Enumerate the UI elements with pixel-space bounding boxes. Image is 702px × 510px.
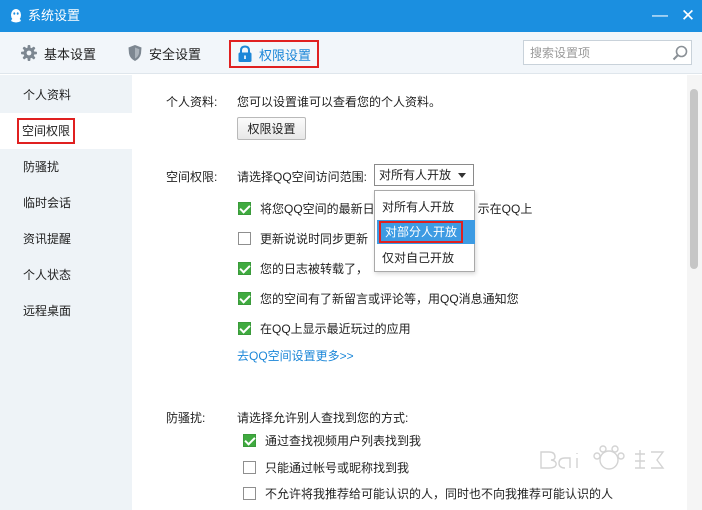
checkbox[interactable] xyxy=(238,202,251,215)
sidebar-item-label: 临时会话 xyxy=(23,196,72,210)
sidebar-item-space-permission[interactable]: 空间权限 xyxy=(0,113,132,149)
space-access-prompt: 请选择QQ空间访问范围: xyxy=(237,170,368,184)
checkbox[interactable] xyxy=(238,292,251,305)
option-label: 对部分人开放 xyxy=(379,221,464,243)
harass-section-label: 防骚扰: xyxy=(166,411,206,425)
close-button[interactable]: ✕ xyxy=(678,6,698,26)
option-label: 仅对自己开放 xyxy=(382,251,455,265)
checkbox-label: 在QQ上显示最近玩过的应用 xyxy=(260,322,411,336)
harass-check-account-only[interactable]: 只能通过帐号或昵称找到我 xyxy=(243,459,409,476)
harass-check-video-list[interactable]: 通过查找视频用户列表找到我 xyxy=(243,432,421,449)
checkbox-label: 您的空间有了新留言或评论等，用QQ消息通知您 xyxy=(260,292,519,306)
checkbox[interactable] xyxy=(238,322,251,335)
checkbox-label-tail: 示在QQ上 xyxy=(477,202,533,216)
checkbox-label: 将您QQ空间的最新日 xyxy=(260,202,375,216)
dropdown-option-only-me[interactable]: 仅对自己开放 xyxy=(375,246,474,270)
sidebar-item-personal-status[interactable]: 个人状态 xyxy=(0,257,132,293)
space-check-new-comments[interactable]: 您的空间有了新留言或评论等，用QQ消息通知您 xyxy=(238,290,519,307)
profile-section-label: 个人资料: xyxy=(166,95,218,109)
tab-permission-settings[interactable]: 权限设置 xyxy=(229,40,320,68)
sidebar-item-label: 资讯提醒 xyxy=(23,232,72,246)
checkbox[interactable] xyxy=(238,232,251,245)
space-access-dropdown: 对所有人开放 对部分人开放 仅对自己开放 xyxy=(374,190,475,272)
selected-value: 对所有人开放 xyxy=(379,168,452,182)
sidebar-item-anti-harassment[interactable]: 防骚扰 xyxy=(0,149,132,185)
gear-icon xyxy=(21,45,37,61)
tab-label: 权限设置 xyxy=(259,47,312,63)
space-access-select[interactable]: 对所有人开放 xyxy=(374,164,474,186)
search-box[interactable] xyxy=(523,40,692,65)
vertical-scrollbar[interactable] xyxy=(687,75,702,510)
space-check-blog-reposted[interactable]: 您的日志被转载了， xyxy=(238,260,368,277)
checkbox[interactable] xyxy=(243,487,256,500)
baidu-jingyan-watermark xyxy=(540,445,665,470)
tab-basic-settings[interactable]: 基本设置 xyxy=(20,41,96,65)
window-title: 系统设置 xyxy=(28,8,81,23)
title-bar: 系统设置 — ✕ xyxy=(0,0,702,32)
sidebar-item-label: 防骚扰 xyxy=(23,160,60,174)
checkbox[interactable] xyxy=(243,434,256,447)
sidebar-item-label: 远程桌面 xyxy=(23,304,72,318)
tab-security-settings[interactable]: 安全设置 xyxy=(127,41,201,65)
tab-label: 安全设置 xyxy=(149,46,202,62)
profile-permission-button[interactable]: 权限设置 xyxy=(237,117,306,140)
checkbox-label: 更新说说时同步更新 xyxy=(260,232,369,246)
sidebar-item-label: 空间权限 xyxy=(17,118,76,144)
checkbox-label: 只能通过帐号或昵称找到我 xyxy=(265,461,410,475)
qq-penguin-icon xyxy=(11,9,21,23)
sidebar-item-remote-desktop[interactable]: 远程桌面 xyxy=(0,293,132,329)
sidebar-item-temp-session[interactable]: 临时会话 xyxy=(0,185,132,221)
space-check-sync-shuoshuo[interactable]: 更新说说时同步更新 xyxy=(238,230,368,247)
checkbox[interactable] xyxy=(243,461,256,474)
profile-description: 您可以设置谁可以查看您的个人资料。 xyxy=(237,95,442,109)
more-space-settings-link[interactable]: 去QQ空间设置更多>> xyxy=(237,347,354,364)
sidebar-item-label: 个人状态 xyxy=(23,268,72,282)
space-check-recent-apps[interactable]: 在QQ上显示最近玩过的应用 xyxy=(238,320,411,337)
sidebar-item-label: 个人资料 xyxy=(23,88,72,102)
dropdown-option-some-people[interactable]: 对部分人开放 xyxy=(377,220,475,244)
option-label: 对所有人开放 xyxy=(382,200,455,214)
chevron-down-icon xyxy=(458,173,466,178)
tab-label: 基本设置 xyxy=(44,46,97,62)
settings-toolbar: 基本设置 安全设置 权限设置 xyxy=(0,32,702,74)
checkbox-label: 通过查找视频用户列表找到我 xyxy=(265,434,422,448)
sidebar-item-profile[interactable]: 个人资料 xyxy=(0,77,132,113)
scrollbar-thumb[interactable] xyxy=(690,89,698,269)
search-icon[interactable] xyxy=(671,44,689,62)
shield-icon xyxy=(128,45,142,61)
space-section-label: 空间权限: xyxy=(166,170,218,184)
search-input[interactable] xyxy=(530,44,666,61)
dropdown-option-everyone[interactable]: 对所有人开放 xyxy=(375,195,474,219)
harass-prompt: 请选择允许别人查找到您的方式: xyxy=(237,411,409,425)
checkbox-label: 您的日志被转载了， xyxy=(260,262,369,276)
minimize-button[interactable]: — xyxy=(650,6,670,26)
sidebar: 个人资料 空间权限 防骚扰 临时会话 资讯提醒 个人状态 远程桌面 xyxy=(0,75,132,510)
checkbox[interactable] xyxy=(238,262,251,275)
lock-icon xyxy=(238,45,252,62)
sidebar-item-news-reminder[interactable]: 资讯提醒 xyxy=(0,221,132,257)
